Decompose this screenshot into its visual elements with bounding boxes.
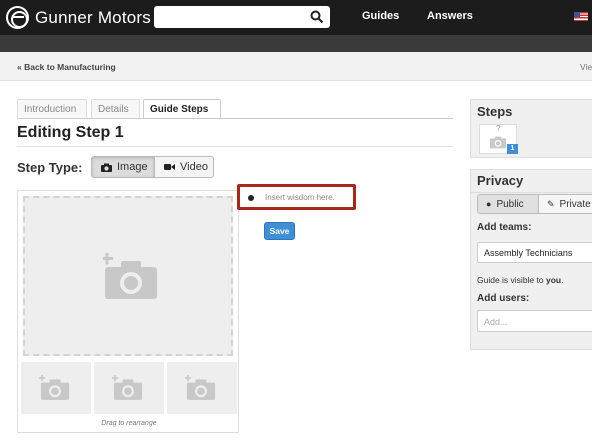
visibility-prefix: Guide is visible to [477, 275, 546, 285]
add-photo-icon [39, 375, 70, 400]
step-type-video-button[interactable]: Video [154, 156, 214, 178]
bullet-line-input[interactable]: Insert wisdom here. [237, 184, 356, 210]
add-users-label: Add users: [477, 293, 530, 304]
step-type-video-label: Video [180, 161, 208, 173]
step-thumbnail[interactable]: ? 1 [479, 124, 518, 154]
privacy-title: Privacy [477, 173, 524, 188]
add-teams-label: Add teams: [477, 222, 532, 233]
visibility-text: Guide is visible to you. [477, 275, 563, 285]
page-title: Editing Step 1 [17, 124, 124, 141]
breadcrumb: « Back to Manufacturing Vie [0, 52, 592, 81]
add-photo-icon [112, 375, 143, 400]
privacy-public-button[interactable]: ● Public [477, 194, 539, 214]
brand-name: Gunner Motors [35, 7, 151, 27]
edit-icon: ✎ [547, 198, 555, 209]
step-number-badge: 1 [507, 144, 518, 154]
add-photo-icon [185, 375, 216, 400]
save-button[interactable]: Save [264, 222, 295, 240]
add-photo-icon [103, 253, 157, 299]
globe-icon: ● [486, 199, 492, 209]
bullet-placeholder-text: Insert wisdom here. [265, 193, 335, 202]
step-placeholder-mark: ? [496, 124, 501, 133]
video-camera-icon [164, 164, 175, 170]
drag-to-rearrange-note: Drag to rearrange [101, 420, 157, 427]
step-type-image-button[interactable]: Image [91, 156, 155, 178]
privacy-public-label: Public [496, 198, 524, 210]
tab-guide-steps[interactable]: Guide Steps [143, 99, 221, 119]
team-select[interactable]: Assembly Technicians [477, 242, 592, 263]
thumbnail-slot[interactable] [21, 362, 91, 414]
tab-introduction[interactable]: Introduction [17, 99, 87, 118]
subnav-band [0, 35, 592, 52]
add-users-input[interactable]: Add... [477, 310, 592, 332]
view-link[interactable]: Vie [580, 62, 592, 72]
title-divider [17, 146, 453, 147]
camera-icon [489, 136, 507, 149]
visibility-who: you [545, 275, 562, 285]
back-to-manufacturing-link[interactable]: « Back to Manufacturing [17, 62, 116, 72]
privacy-private-label: Private [559, 198, 591, 210]
camera-icon [101, 163, 112, 172]
nav-guides-link[interactable]: Guides [362, 10, 399, 22]
step-type-image-label: Image [117, 161, 148, 173]
search-input[interactable] [154, 6, 330, 28]
privacy-private-button[interactable]: ✎ Private [538, 194, 592, 214]
thumbnail-slot[interactable] [94, 362, 164, 414]
thumbnail-slot[interactable] [167, 362, 237, 414]
nav-answers-link[interactable]: Answers [427, 10, 473, 22]
brand-logo[interactable]: Gunner Motors [6, 6, 151, 29]
media-panel: Drag to rearrange [17, 190, 239, 433]
tab-divider [17, 118, 453, 119]
step-type-label: Step Type: [17, 160, 83, 175]
tab-details[interactable]: Details [91, 99, 140, 118]
top-navbar: Gunner Motors Guides Answers [0, 0, 592, 35]
bullet-dot-icon [248, 195, 254, 201]
steps-title: Steps [477, 104, 513, 119]
main-image-dropzone[interactable] [23, 196, 233, 356]
privacy-divider [471, 192, 592, 193]
logo-icon [6, 6, 29, 29]
steps-panel: Steps ? 1 [470, 99, 592, 158]
visibility-suffix: . [561, 275, 564, 285]
us-flag-icon[interactable] [574, 12, 588, 21]
search-icon[interactable] [310, 10, 324, 24]
privacy-panel: Privacy ● Public ✎ Private Add teams: As… [470, 169, 592, 350]
